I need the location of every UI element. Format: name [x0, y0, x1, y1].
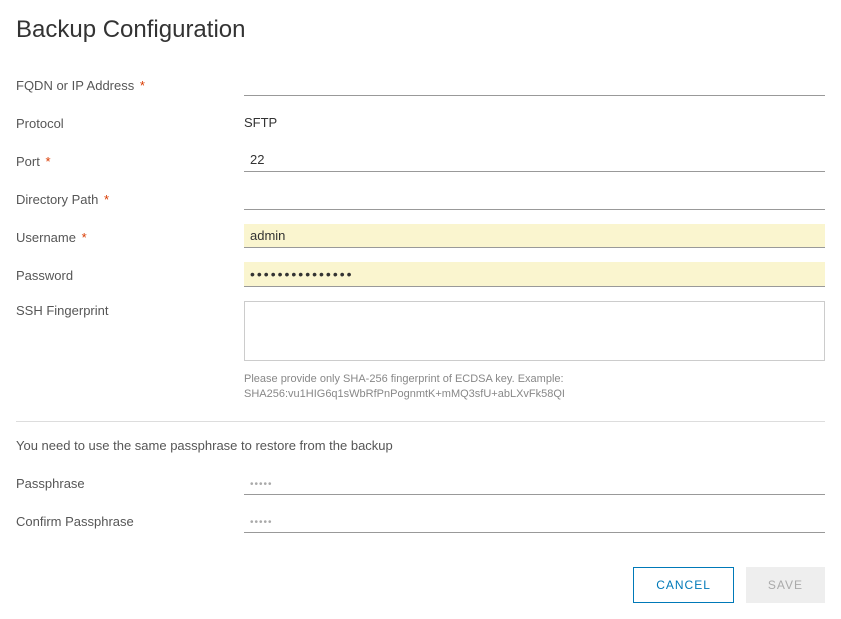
passphrase-label: Passphrase	[16, 474, 244, 491]
password-input[interactable]	[244, 262, 825, 287]
ssh-fingerprint-hint: Please provide only SHA-256 fingerprint …	[244, 372, 825, 403]
required-mark: *	[45, 154, 50, 169]
required-mark: *	[104, 192, 109, 207]
username-label: Username *	[16, 228, 244, 245]
cancel-button[interactable]: CANCEL	[633, 567, 734, 603]
directory-label-text: Directory Path	[16, 192, 98, 207]
save-button[interactable]: SAVE	[746, 567, 825, 603]
port-label: Port *	[16, 152, 244, 169]
port-input[interactable]	[244, 148, 825, 172]
directory-label: Directory Path *	[16, 190, 244, 207]
page-title: Backup Configuration	[16, 16, 825, 44]
divider	[16, 421, 825, 422]
username-input[interactable]	[244, 224, 825, 248]
confirm-passphrase-input[interactable]	[244, 509, 825, 533]
fqdn-label-text: FQDN or IP Address	[16, 78, 134, 93]
ssh-fingerprint-input[interactable]	[244, 301, 825, 361]
password-label: Password	[16, 266, 244, 283]
fqdn-label: FQDN or IP Address *	[16, 76, 244, 93]
ssh-fingerprint-label: SSH Fingerprint	[16, 301, 244, 318]
passphrase-input[interactable]	[244, 471, 825, 495]
protocol-value: SFTP	[244, 111, 825, 134]
passphrase-note: You need to use the same passphrase to r…	[16, 438, 825, 453]
username-label-text: Username	[16, 230, 76, 245]
port-label-text: Port	[16, 154, 40, 169]
directory-input[interactable]	[244, 186, 825, 210]
required-mark: *	[140, 78, 145, 93]
protocol-label: Protocol	[16, 114, 244, 131]
confirm-passphrase-label: Confirm Passphrase	[16, 512, 244, 529]
required-mark: *	[82, 230, 87, 245]
fqdn-input[interactable]	[244, 72, 825, 96]
